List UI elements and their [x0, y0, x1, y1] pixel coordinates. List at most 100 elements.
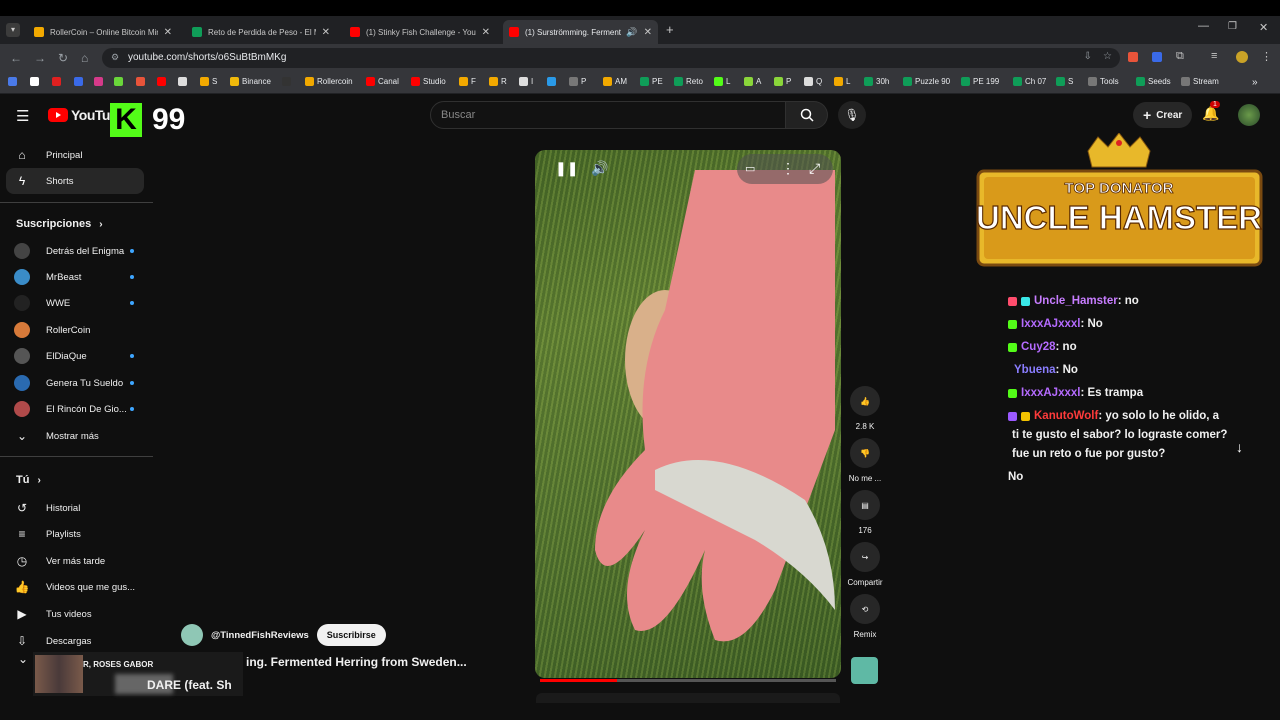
dislike-button[interactable]: 👎 No me ...: [847, 438, 883, 483]
bookmark-a[interactable]: A: [744, 77, 761, 86]
bookmark-app-icon[interactable]: [547, 77, 559, 86]
restore-icon[interactable]: ❐: [1228, 21, 1237, 32]
bookmark-studio[interactable]: Studio: [411, 77, 446, 86]
forward-icon[interactable]: →: [34, 51, 46, 65]
volume-icon[interactable]: 🔊: [591, 160, 608, 177]
short-video-player[interactable]: ❚❚ 🔊 ▭ ⋮ ⤢: [535, 150, 841, 678]
notifications-button[interactable]: 🔔 1: [1202, 101, 1220, 122]
sidebar-item-watch-later[interactable]: ◷ Ver más tarde: [6, 548, 144, 574]
tab-rollercoin[interactable]: RollerCoin – Online Bitcoin Min ✕: [28, 20, 178, 44]
channel-name[interactable]: @TinnedFishReviews: [211, 630, 309, 641]
tab-close-icon[interactable]: ✕: [322, 27, 330, 38]
speaker-icon[interactable]: 🔊: [626, 27, 637, 38]
back-icon[interactable]: ←: [10, 51, 22, 65]
mic-button[interactable]: 🎙: [838, 101, 866, 129]
more-options-icon[interactable]: ⋮: [781, 160, 795, 177]
comments-button[interactable]: ▤ 176: [850, 490, 880, 535]
sidebar-item-subscription[interactable]: ElDiaQue: [6, 343, 144, 369]
profile-icon[interactable]: [1236, 51, 1248, 63]
bookmark-reto[interactable]: Reto: [674, 77, 703, 86]
install-icon[interactable]: ⇩: [1084, 51, 1092, 62]
bookmark-30h[interactable]: 30h: [864, 77, 889, 86]
sidebar-item-subscription[interactable]: WWE: [6, 290, 144, 316]
more-bookmarks-icon[interactable]: »: [1252, 77, 1258, 88]
like-button[interactable]: 👍 2.8 K: [850, 386, 880, 431]
bookmark-folder-p[interactable]: P: [569, 77, 586, 86]
extension-icon[interactable]: [1152, 52, 1162, 62]
bookmark-rollercoin[interactable]: Rollercoin: [305, 77, 353, 86]
minimize-icon[interactable]: —: [1198, 20, 1209, 32]
search-button[interactable]: [786, 101, 828, 129]
bookmark-app-icon[interactable]: [30, 77, 42, 86]
close-window-icon[interactable]: ✕: [1259, 21, 1268, 34]
you-heading[interactable]: Tú ›: [16, 474, 41, 486]
bookmark-stream[interactable]: Stream: [1181, 77, 1219, 86]
channel-avatar[interactable]: [181, 624, 203, 646]
extensions-puzzle-icon[interactable]: ⧉: [1176, 50, 1184, 63]
sound-thumbnail[interactable]: [851, 657, 878, 684]
bookmark-am[interactable]: AM: [603, 77, 627, 86]
next-short-preview[interactable]: [536, 693, 840, 703]
tab-surstromming[interactable]: (1) Surströmming. Ferment 🔊 ✕: [503, 20, 658, 44]
pause-icon[interactable]: ❚❚: [555, 160, 578, 177]
bookmark-seeds[interactable]: Seeds: [1136, 77, 1171, 86]
tab-stinky-fish[interactable]: (1) Stinky Fish Challenge - YouT ✕: [344, 20, 496, 44]
remix-button[interactable]: ⟲ Remix: [850, 594, 880, 639]
bookmark-app-icon[interactable]: [74, 77, 86, 86]
create-button[interactable]: + Crear: [1133, 102, 1193, 128]
site-info-icon[interactable]: ⚙: [111, 52, 119, 63]
captions-icon[interactable]: ▭: [745, 162, 755, 175]
bookmark-pe[interactable]: PE: [640, 77, 663, 86]
bookmark-ch-07[interactable]: Ch 07: [1013, 77, 1046, 86]
sidebar-item-playlists[interactable]: ≡ Playlists: [6, 521, 144, 547]
tab-reto[interactable]: Reto de Perdida de Peso - El M ✕: [186, 20, 336, 44]
bookmark-q[interactable]: Q: [804, 77, 822, 86]
bookmark-app-icon[interactable]: [8, 77, 20, 86]
bookmark-i[interactable]: I: [519, 77, 533, 86]
sidebar-item-shorts[interactable]: ϟ Shorts: [6, 168, 144, 194]
sidebar-item-history[interactable]: ↺ Historial: [6, 495, 144, 521]
new-tab-icon[interactable]: +: [666, 22, 674, 37]
video-progress-bar[interactable]: [540, 679, 836, 682]
show-more-button[interactable]: ⌄ Mostrar más: [6, 423, 144, 449]
bookmark-s[interactable]: S: [200, 77, 217, 86]
omnibox[interactable]: ⚙ youtube.com/shorts/o6SuBtBmMKg ⇩ ☆: [102, 48, 1120, 68]
hamburger-menu-icon[interactable]: ☰: [16, 107, 29, 125]
chevron-down-icon[interactable]: ⌄: [18, 652, 28, 666]
media-control-icon[interactable]: ≡: [1211, 50, 1217, 62]
share-button[interactable]: ↪ Compartir: [845, 542, 885, 587]
bookmark-r[interactable]: R: [489, 77, 507, 86]
tab-close-icon[interactable]: ✕: [644, 27, 652, 38]
bookmark-app-icon[interactable]: [282, 77, 294, 86]
bookmark-app-icon[interactable]: [114, 77, 126, 86]
bookmark-app-icon[interactable]: [136, 77, 148, 86]
bookmark-l[interactable]: L: [714, 77, 730, 86]
bookmark-canal[interactable]: Canal: [366, 77, 399, 86]
fullscreen-icon[interactable]: ⤢: [809, 160, 820, 177]
bookmark-binance[interactable]: Binance: [230, 77, 271, 86]
sidebar-item-subscription[interactable]: Detrás del Enigma: [6, 238, 144, 264]
bookmark-puzzle-90[interactable]: Puzzle 90: [903, 77, 950, 86]
subscribe-button[interactable]: Suscribirse: [316, 624, 386, 646]
bookmark-app-icon[interactable]: [52, 77, 64, 86]
bookmark-app-icon[interactable]: [157, 77, 169, 86]
bookmark-f[interactable]: F: [459, 77, 476, 86]
avatar[interactable]: [1238, 104, 1260, 126]
sidebar-item-principal[interactable]: ⌂ Principal: [6, 142, 144, 168]
sidebar-item-subscription[interactable]: Genera Tu Sueldo: [6, 370, 144, 396]
sidebar-item-subscription[interactable]: MrBeast: [6, 264, 144, 290]
sidebar-item-downloads[interactable]: ⇩ Descargas: [6, 628, 144, 654]
bookmark-s2[interactable]: S: [1056, 77, 1073, 86]
bookmark-app-icon[interactable]: [178, 77, 190, 86]
bookmark-star-icon[interactable]: ☆: [1103, 51, 1112, 62]
tab-close-icon[interactable]: ✕: [482, 27, 490, 38]
sidebar-item-liked[interactable]: 👍 Videos que me gus...: [6, 574, 144, 600]
search-input[interactable]: Buscar: [430, 101, 786, 129]
sidebar-item-subscription[interactable]: El Rincón De Gio...: [6, 396, 144, 422]
extension-icon[interactable]: [1128, 52, 1138, 62]
scroll-down-arrow-icon[interactable]: ↓: [1236, 439, 1243, 455]
home-icon[interactable]: ⌂: [81, 51, 88, 65]
reload-icon[interactable]: ↻: [58, 51, 68, 65]
tab-search-icon[interactable]: ▾: [6, 23, 20, 37]
bookmark-p[interactable]: P: [774, 77, 791, 86]
